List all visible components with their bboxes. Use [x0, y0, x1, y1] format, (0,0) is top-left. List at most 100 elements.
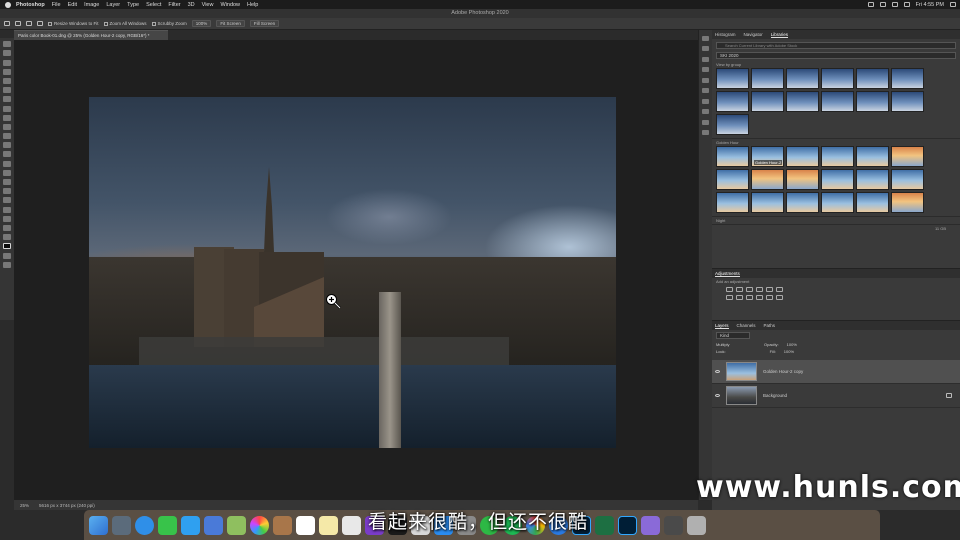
- apple-icon[interactable]: [5, 1, 11, 8]
- library-asset[interactable]: [821, 146, 854, 167]
- library-asset[interactable]: [891, 146, 924, 167]
- eyedropper-tool-icon[interactable]: [3, 96, 11, 103]
- menu-window[interactable]: Window: [220, 2, 240, 8]
- swatches-panel-icon[interactable]: [702, 77, 709, 83]
- notes-icon[interactable]: [319, 515, 338, 535]
- brush-tool-icon[interactable]: [3, 114, 11, 121]
- curves-icon[interactable]: [746, 287, 753, 292]
- library-asset[interactable]: [821, 68, 854, 89]
- menu-image[interactable]: Image: [84, 2, 99, 8]
- trash-icon[interactable]: [687, 515, 706, 535]
- library-asset[interactable]: [786, 192, 819, 213]
- scrubby-zoom-checkbox[interactable]: Scrubby Zoom: [151, 21, 187, 26]
- finder-icon[interactable]: [89, 515, 108, 535]
- stamp-tool-icon[interactable]: [3, 123, 11, 130]
- excel-icon[interactable]: [595, 515, 614, 535]
- library-asset[interactable]: [716, 146, 749, 167]
- tab-channels[interactable]: Channels: [737, 323, 756, 328]
- document-image[interactable]: [89, 97, 616, 448]
- dodge-tool-icon[interactable]: [3, 169, 11, 176]
- invert-icon[interactable]: [776, 295, 783, 300]
- library-search-input[interactable]: Search Current Library with Adobe Stock: [716, 42, 956, 49]
- menu-help[interactable]: Help: [247, 2, 258, 8]
- menu-select[interactable]: Select: [146, 2, 161, 8]
- quick-mask-icon[interactable]: [3, 252, 11, 259]
- mail-icon[interactable]: [204, 515, 223, 535]
- resize-windows-checkbox[interactable]: Resize Windows to Fit: [48, 21, 99, 26]
- menu-file[interactable]: File: [52, 2, 61, 8]
- menu-3d[interactable]: 3D: [188, 2, 195, 8]
- path-select-tool-icon[interactable]: [3, 197, 11, 204]
- layer-row[interactable]: Golden Hour-2 copy: [712, 360, 960, 384]
- blend-mode-select[interactable]: Multiply: [716, 342, 756, 347]
- lightroom-icon[interactable]: [618, 515, 637, 535]
- opacity-value[interactable]: 100%: [787, 342, 797, 347]
- exposure-icon[interactable]: [756, 287, 763, 292]
- blur-tool-icon[interactable]: [3, 160, 11, 167]
- screen-icon[interactable]: [867, 2, 874, 7]
- hue-saturation-icon[interactable]: [776, 287, 783, 292]
- menu-filter[interactable]: Filter: [168, 2, 180, 8]
- type-tool-icon[interactable]: [3, 188, 11, 195]
- marquee-tool-icon[interactable]: [3, 50, 11, 57]
- brush-panel-icon[interactable]: [702, 98, 709, 104]
- library-asset[interactable]: [856, 68, 889, 89]
- zoom-tool-icon[interactable]: [3, 224, 11, 231]
- menu-clock[interactable]: Fri 4:55 PM: [916, 2, 944, 8]
- photos-icon[interactable]: [250, 515, 269, 535]
- wifi-icon[interactable]: [891, 2, 898, 7]
- library-asset[interactable]: [716, 91, 749, 112]
- zoom-in-icon[interactable]: [26, 21, 32, 26]
- library-asset[interactable]: [821, 192, 854, 213]
- group-night[interactable]: Night: [712, 216, 960, 224]
- color-lookup-icon[interactable]: [766, 295, 773, 300]
- fill-screen-button[interactable]: Fill Screen: [249, 20, 280, 27]
- layer-name[interactable]: Golden Hour-2 copy: [763, 369, 803, 374]
- screen-mode-icon[interactable]: [3, 261, 11, 268]
- library-asset[interactable]: [891, 169, 924, 190]
- reminders-icon[interactable]: [342, 515, 361, 535]
- eraser-tool-icon[interactable]: [3, 142, 11, 149]
- library-asset[interactable]: [856, 192, 889, 213]
- library-asset[interactable]: [856, 91, 889, 112]
- library-asset[interactable]: [751, 68, 784, 89]
- tab-navigator[interactable]: Navigator: [744, 32, 763, 37]
- safari-icon[interactable]: [135, 515, 154, 535]
- glyphs-panel-icon[interactable]: [702, 130, 709, 135]
- healing-tool-icon[interactable]: [3, 105, 11, 112]
- levels-icon[interactable]: [736, 287, 743, 292]
- library-asset[interactable]: [751, 169, 784, 190]
- library-asset[interactable]: [891, 192, 924, 213]
- search-icon[interactable]: [950, 2, 956, 7]
- visibility-eye-icon[interactable]: [715, 394, 720, 397]
- lasso-tool-icon[interactable]: [3, 59, 11, 66]
- history-panel-icon[interactable]: [702, 35, 709, 41]
- color-balance-icon[interactable]: [726, 295, 733, 300]
- library-asset[interactable]: [891, 68, 924, 89]
- home-icon[interactable]: [4, 21, 10, 26]
- library-select[interactable]: SKI 2020: [716, 52, 956, 59]
- battery-icon[interactable]: [903, 2, 910, 7]
- library-asset[interactable]: [856, 146, 889, 167]
- tab-paths[interactable]: Paths: [764, 323, 776, 328]
- status-zoom[interactable]: 25%: [20, 503, 29, 508]
- document-tab[interactable]: Paris color Book-01.dng @ 25% (Golden Ho…: [14, 30, 168, 40]
- library-asset[interactable]: [786, 91, 819, 112]
- library-asset[interactable]: Golden Hour-2: [751, 146, 784, 167]
- library-asset[interactable]: [891, 91, 924, 112]
- library-asset[interactable]: [716, 114, 749, 135]
- menu-app[interactable]: Photoshop: [16, 2, 45, 8]
- kind-filter[interactable]: Kind: [716, 332, 750, 339]
- paragraph-panel-icon[interactable]: [702, 119, 709, 125]
- crop-tool-icon[interactable]: [3, 77, 11, 84]
- character-panel-icon[interactable]: [702, 109, 709, 114]
- group-golden-hour[interactable]: Golden Hour: [712, 138, 960, 146]
- fill-value[interactable]: 100%: [784, 349, 794, 354]
- library-asset[interactable]: [716, 169, 749, 190]
- tab-histogram[interactable]: Histogram: [715, 32, 736, 37]
- calendar-icon[interactable]: [296, 515, 315, 535]
- zoom-tool-icon[interactable]: [15, 21, 21, 26]
- library-asset[interactable]: [786, 169, 819, 190]
- black-white-icon[interactable]: [736, 295, 743, 300]
- channel-mixer-icon[interactable]: [756, 295, 763, 300]
